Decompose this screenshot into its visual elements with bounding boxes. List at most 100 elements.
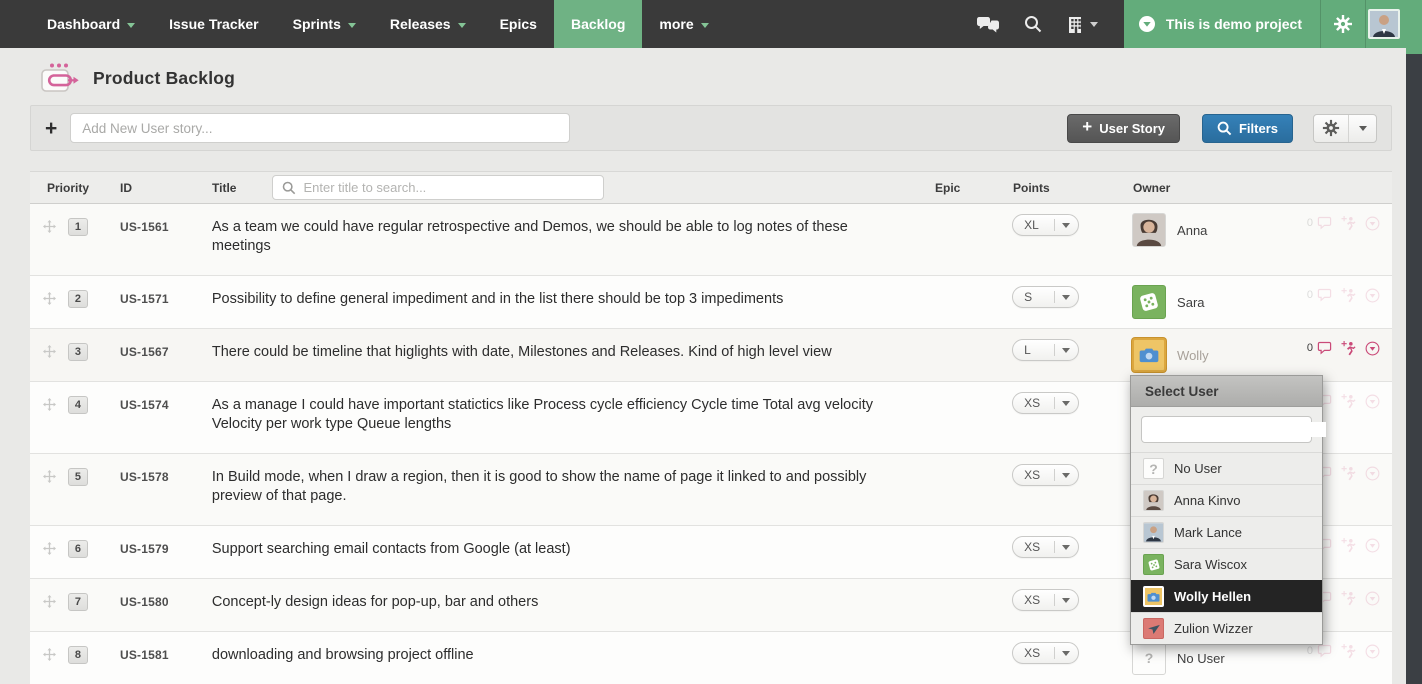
more-actions-icon[interactable] xyxy=(1365,341,1380,356)
comment-count: 0 xyxy=(1306,645,1314,657)
filters-button[interactable]: Filters xyxy=(1201,113,1293,143)
add-to-sprint-icon[interactable] xyxy=(1341,591,1356,606)
add-story-plus-icon[interactable]: + xyxy=(45,118,57,139)
search-icon[interactable] xyxy=(1012,15,1054,33)
story-id[interactable]: US-1581 xyxy=(108,632,200,684)
add-to-sprint-icon[interactable] xyxy=(1341,341,1356,356)
divider xyxy=(1054,647,1056,659)
chevron-down-icon[interactable] xyxy=(1349,115,1376,142)
drag-handle[interactable] xyxy=(30,526,64,578)
user-option-sara[interactable]: Sara Wiscox xyxy=(1131,548,1322,580)
header-epic[interactable]: Epic xyxy=(935,181,1013,195)
drag-handle[interactable] xyxy=(30,204,64,275)
nav-item-sprints[interactable]: Sprints xyxy=(276,0,373,48)
header-points[interactable]: Points xyxy=(1013,181,1133,195)
nav-item-issue-tracker[interactable]: Issue Tracker xyxy=(152,0,276,48)
add-story-input[interactable] xyxy=(70,113,571,143)
points-select[interactable]: S xyxy=(1012,286,1080,308)
story-title[interactable]: As a team we could have regular retrospe… xyxy=(200,204,934,275)
story-id[interactable]: US-1567 xyxy=(108,329,200,381)
story-title[interactable]: As a manage I could have important stati… xyxy=(200,382,934,453)
comment-icon[interactable] xyxy=(1317,288,1332,302)
grid-settings-split-button[interactable] xyxy=(1313,113,1377,143)
drag-handle[interactable] xyxy=(30,454,64,525)
points-select[interactable]: XS xyxy=(1012,392,1080,414)
header-priority[interactable]: Priority xyxy=(30,181,108,195)
toolbar: + + User Story Filters xyxy=(30,105,1392,151)
points-select[interactable]: XS xyxy=(1012,464,1080,486)
owner-cell[interactable]: Wolly xyxy=(1132,329,1307,381)
story-title[interactable]: There could be timeline that higlights w… xyxy=(200,329,934,381)
story-id[interactable]: US-1571 xyxy=(108,276,200,328)
add-to-sprint-icon[interactable] xyxy=(1341,394,1356,409)
add-to-sprint-icon[interactable] xyxy=(1341,288,1356,303)
nav-item-backlog[interactable]: Backlog xyxy=(553,0,643,48)
user-option-wolly-selected[interactable]: Wolly Hellen xyxy=(1131,580,1322,612)
story-id[interactable]: US-1574 xyxy=(108,382,200,453)
points-select[interactable]: XS xyxy=(1012,589,1080,611)
more-actions-icon[interactable] xyxy=(1365,644,1380,659)
user-option-anna[interactable]: Anna Kinvo xyxy=(1131,484,1322,516)
user-list: ? No User Anna Kinvo Mark Lance Sara Wis… xyxy=(1131,452,1322,644)
nav-item-releases[interactable]: Releases xyxy=(373,0,483,48)
drag-handle[interactable] xyxy=(30,329,64,381)
user-option-mark[interactable]: Mark Lance xyxy=(1131,516,1322,548)
nav-item-more[interactable]: more xyxy=(642,0,725,48)
owner-cell[interactable]: Sara xyxy=(1132,276,1307,328)
story-title[interactable]: Support searching email contacts from Go… xyxy=(200,526,934,578)
owner-cell[interactable]: Anna xyxy=(1132,204,1307,275)
user-avatar[interactable] xyxy=(1368,9,1400,39)
priority-badge: 8 xyxy=(67,646,88,664)
nav-item-dashboard[interactable]: Dashboard xyxy=(30,0,152,48)
drag-handle[interactable] xyxy=(30,632,64,684)
add-to-sprint-icon[interactable] xyxy=(1341,216,1356,231)
add-to-sprint-icon[interactable] xyxy=(1341,644,1356,659)
story-title[interactable]: downloading and browsing project offline xyxy=(200,632,934,684)
drag-handle[interactable] xyxy=(30,382,64,453)
user-option-no-user[interactable]: ? No User xyxy=(1131,452,1322,484)
story-title[interactable]: In Build mode, when I draw a region, the… xyxy=(200,454,934,525)
scrollbar[interactable] xyxy=(1406,54,1422,684)
add-to-sprint-icon[interactable] xyxy=(1341,538,1356,553)
story-id[interactable]: US-1578 xyxy=(108,454,200,525)
drag-handle[interactable] xyxy=(30,579,64,631)
more-actions-icon[interactable] xyxy=(1365,394,1380,409)
story-id[interactable]: US-1579 xyxy=(108,526,200,578)
camera-avatar xyxy=(1143,586,1164,607)
chat-icon[interactable] xyxy=(964,16,1012,33)
story-id[interactable]: US-1580 xyxy=(108,579,200,631)
comment-icon[interactable] xyxy=(1317,216,1332,230)
settings-gear-icon[interactable] xyxy=(1321,0,1365,48)
more-actions-icon[interactable] xyxy=(1365,288,1380,303)
more-actions-icon[interactable] xyxy=(1365,466,1380,481)
priority-badge: 1 xyxy=(67,218,88,236)
user-search-input[interactable] xyxy=(1150,422,1326,437)
projects-grid-icon[interactable] xyxy=(1054,16,1110,33)
story-id[interactable]: US-1561 xyxy=(108,204,200,275)
header-id[interactable]: ID xyxy=(108,181,200,195)
comment-icon[interactable] xyxy=(1317,644,1332,658)
header-title[interactable]: Title xyxy=(212,181,236,195)
comment-icon[interactable] xyxy=(1317,341,1332,355)
more-actions-icon[interactable] xyxy=(1365,591,1380,606)
epic-cell xyxy=(934,579,1012,631)
photo-avatar xyxy=(1143,490,1164,511)
add-to-sprint-icon[interactable] xyxy=(1341,466,1356,481)
user-option-zulion[interactable]: Zulion Wizzer xyxy=(1131,612,1322,644)
project-selector[interactable]: This is demo project xyxy=(1123,0,1422,48)
gear-icon[interactable] xyxy=(1314,114,1349,142)
points-select[interactable]: XL xyxy=(1012,214,1080,236)
nav-item-epics[interactable]: Epics xyxy=(483,0,554,48)
drag-handle[interactable] xyxy=(30,276,64,328)
more-actions-icon[interactable] xyxy=(1365,216,1380,231)
points-select[interactable]: XS xyxy=(1012,642,1080,664)
header-owner[interactable]: Owner xyxy=(1133,181,1308,195)
nav-label: Sprints xyxy=(292,16,341,32)
more-actions-icon[interactable] xyxy=(1365,538,1380,553)
points-select[interactable]: XS xyxy=(1012,536,1080,558)
user-story-button[interactable]: + User Story xyxy=(1067,113,1180,143)
story-title[interactable]: Possibility to define general impediment… xyxy=(200,276,934,328)
story-title[interactable]: Concept-ly design ideas for pop-up, bar … xyxy=(200,579,934,631)
points-select[interactable]: L xyxy=(1012,339,1080,361)
title-search-input[interactable] xyxy=(303,180,595,195)
